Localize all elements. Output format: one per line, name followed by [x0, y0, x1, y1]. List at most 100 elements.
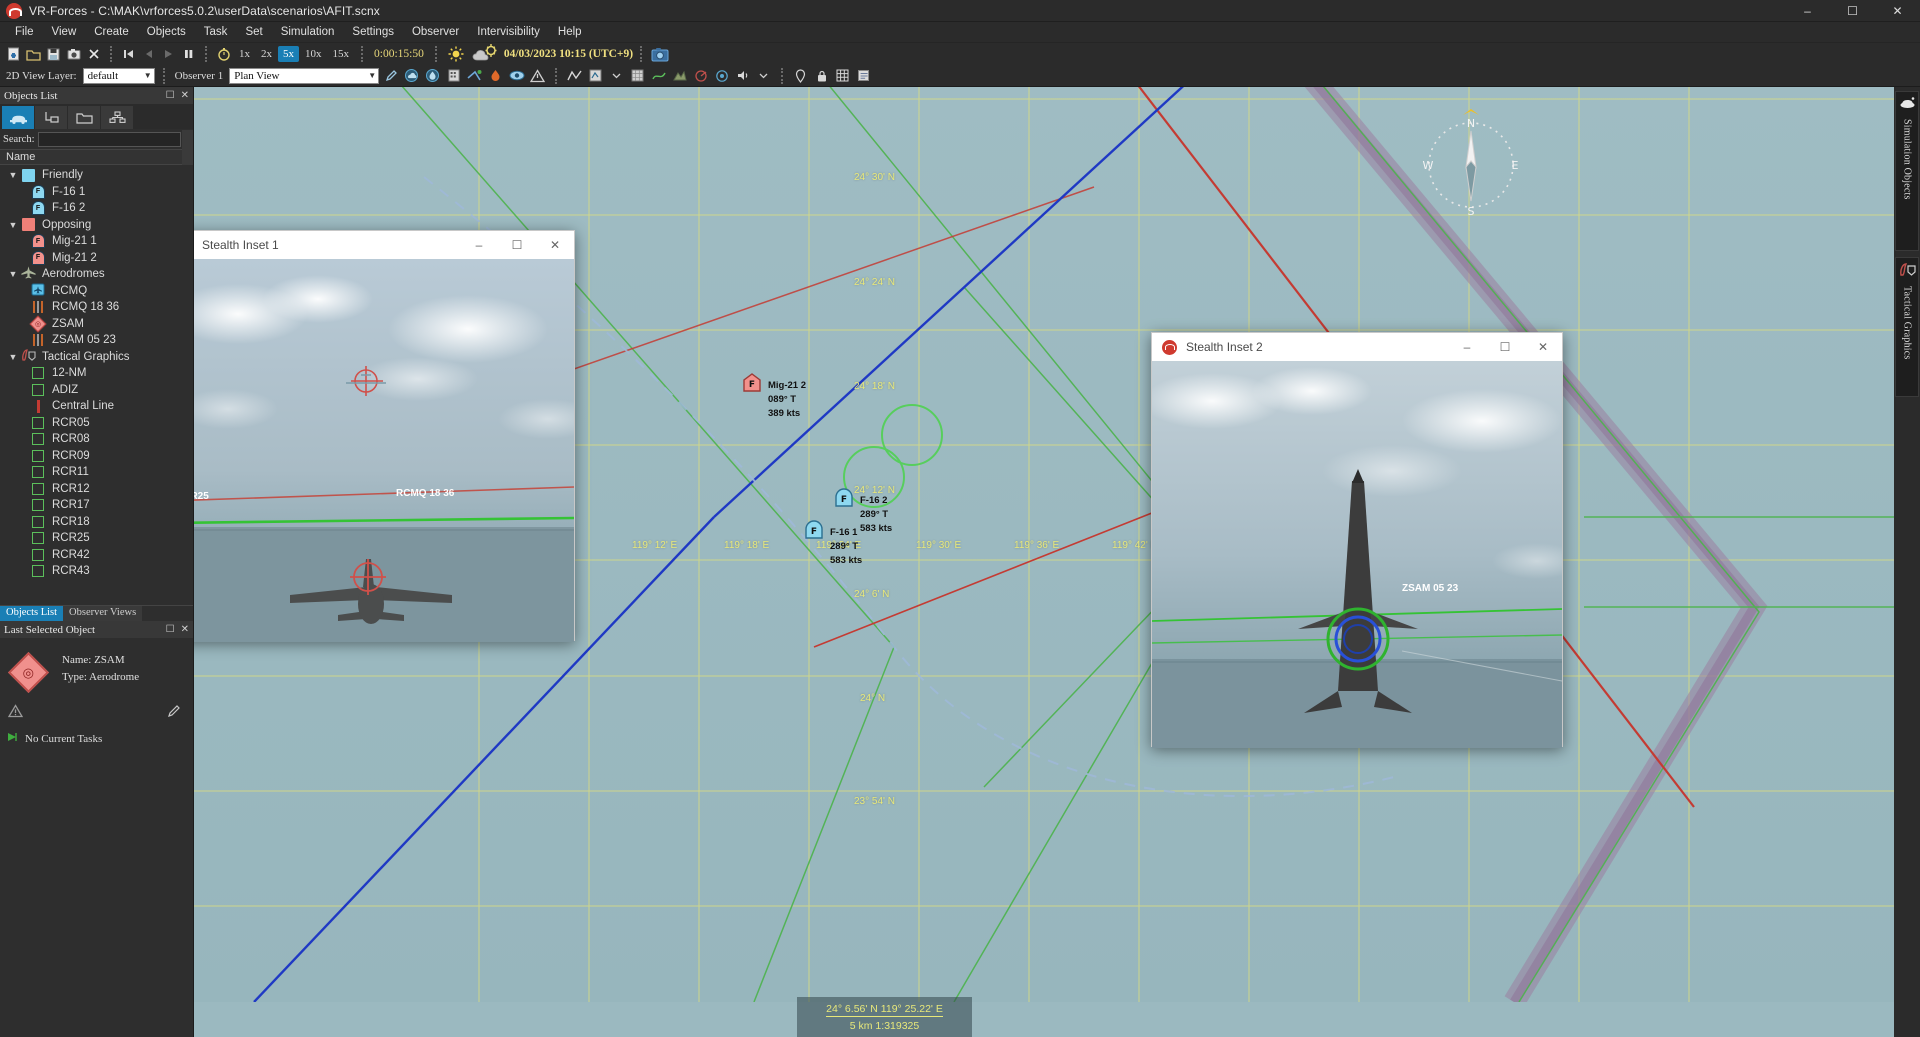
tree-item-12-nm[interactable]: 12-NM — [0, 365, 193, 382]
maximize-button[interactable]: ☐ — [1486, 333, 1524, 361]
stopwatch-icon[interactable] — [214, 45, 233, 64]
tree-item-rcr09[interactable]: RCR09 — [0, 448, 193, 465]
search-input[interactable] — [38, 132, 181, 147]
menu-help[interactable]: Help — [549, 23, 591, 41]
step-back-icon[interactable] — [139, 45, 158, 64]
hostile-air-track-symbol[interactable]: F — [742, 372, 764, 392]
tab-entity-link[interactable] — [35, 106, 67, 129]
menu-set[interactable]: Set — [236, 23, 271, 41]
menu-intervisibility[interactable]: Intervisibility — [468, 23, 549, 41]
tree-item-zsam[interactable]: ◎ZSAM — [0, 316, 193, 333]
stealth-inset-1-viewport[interactable]: RCR25 RCMQ 18 36 — [194, 259, 574, 642]
maximize-button[interactable]: ☐ — [498, 231, 536, 259]
dock-tab-observer-views[interactable]: Observer Views — [63, 606, 142, 621]
tree-item-rcr17[interactable]: RCR17 — [0, 497, 193, 514]
close-icon[interactable]: ✕ — [181, 90, 189, 101]
close-button[interactable]: ✕ — [536, 231, 574, 259]
range-ring-icon[interactable] — [712, 66, 731, 85]
sensor-icon[interactable] — [691, 66, 710, 85]
tree-item-rcmq-18-36[interactable]: RCMQ 18 36 — [0, 299, 193, 316]
warning-triangle-icon[interactable] — [528, 66, 547, 85]
float-icon[interactable]: ☐ — [166, 90, 175, 101]
tree-item-aerodromes[interactable]: ▼Aerodromes — [0, 266, 193, 283]
right-tab-tactical-graphics[interactable]: Tactical Graphics — [1895, 257, 1919, 397]
close-button[interactable]: ✕ — [1524, 333, 1562, 361]
menu-task[interactable]: Task — [195, 23, 237, 41]
humidity-icon[interactable] — [423, 66, 442, 85]
close-icon[interactable]: ✕ — [181, 624, 189, 635]
tree-item-rcr12[interactable]: RCR12 — [0, 481, 193, 498]
speed-15x[interactable]: 15x — [328, 46, 355, 62]
maximize-button[interactable]: ☐ — [1830, 0, 1875, 22]
partly-cloudy-icon[interactable] — [469, 45, 503, 64]
close-scenario-icon[interactable] — [84, 45, 103, 64]
route-icon[interactable] — [586, 66, 605, 85]
tree-scrollbar[interactable] — [182, 130, 193, 166]
visibility-icon[interactable] — [507, 66, 526, 85]
measure-icon[interactable] — [565, 66, 584, 85]
chevron-down-icon[interactable]: ▼ — [6, 220, 20, 230]
stealth-inset-1-titlebar[interactable]: Stealth Inset 1 – ☐ ✕ — [194, 231, 574, 259]
tab-vehicles[interactable] — [2, 106, 34, 129]
note-icon[interactable] — [854, 66, 873, 85]
pin-icon[interactable] — [791, 66, 810, 85]
tree-item-friendly[interactable]: ▼Friendly — [0, 167, 193, 184]
tree-item-rcr05[interactable]: RCR05 — [0, 415, 193, 432]
camera-icon[interactable] — [64, 45, 83, 64]
stealth-inset-2-window[interactable]: Stealth Inset 2 – ☐ ✕ — [1151, 332, 1563, 747]
menu-observer[interactable]: Observer — [403, 23, 468, 41]
tree-item-rcr18[interactable]: RCR18 — [0, 514, 193, 531]
observer-select[interactable]: Plan View ▼ — [229, 68, 379, 84]
lock-icon[interactable] — [812, 66, 831, 85]
tree-item-adiz[interactable]: ADIZ — [0, 382, 193, 399]
save-scenario-icon[interactable] — [44, 45, 63, 64]
tree-item-mig-21-1[interactable]: FMig-21 1 — [0, 233, 193, 250]
new-scenario-icon[interactable] — [4, 45, 23, 64]
stealth-inset-2-titlebar[interactable]: Stealth Inset 2 – ☐ ✕ — [1152, 333, 1562, 361]
minimize-button[interactable]: – — [1785, 0, 1830, 22]
play-icon[interactable] — [159, 45, 178, 64]
pencil-icon[interactable] — [167, 704, 193, 723]
tree-item-rcr43[interactable]: RCR43 — [0, 563, 193, 580]
tree-item-mig-21-2[interactable]: FMig-21 2 — [0, 250, 193, 267]
contour-icon[interactable] — [649, 66, 668, 85]
float-icon[interactable]: ☐ — [166, 624, 175, 635]
tree-item-f-16-2[interactable]: FF-16 2 — [0, 200, 193, 217]
friendly-air-track-symbol[interactable]: F — [804, 519, 826, 539]
menu-simulation[interactable]: Simulation — [272, 23, 344, 41]
terrain-icon[interactable] — [670, 66, 689, 85]
menu-settings[interactable]: Settings — [343, 23, 403, 41]
tree-item-rcr42[interactable]: RCR42 — [0, 547, 193, 564]
chevron-down-icon[interactable] — [754, 66, 773, 85]
rewind-icon[interactable] — [119, 45, 138, 64]
tree-item-central-line[interactable]: Central Line — [0, 398, 193, 415]
stealth-inset-2-viewport[interactable]: ZSAM 05 23 — [1152, 361, 1562, 748]
dock-tab-objects-list[interactable]: Objects List — [0, 606, 63, 621]
speed-2x[interactable]: 2x — [256, 46, 277, 62]
minimize-button[interactable]: – — [1448, 333, 1486, 361]
speed-5x[interactable]: 5x — [278, 46, 299, 62]
eyedropper-icon[interactable] — [381, 66, 400, 85]
tree-item-f-16-1[interactable]: FF-16 1 — [0, 184, 193, 201]
heatmap-icon[interactable] — [486, 66, 505, 85]
close-button[interactable]: ✕ — [1875, 0, 1920, 22]
friendly-air-track-symbol[interactable]: F — [834, 487, 856, 507]
menu-create[interactable]: Create — [85, 23, 138, 41]
screenshot-camera-icon[interactable] — [649, 45, 671, 64]
tree-item-tactical-graphics[interactable]: ▼Tactical Graphics — [0, 349, 193, 366]
grid-icon[interactable] — [833, 66, 852, 85]
cloud-icon[interactable] — [402, 66, 421, 85]
stealth-inset-1-window[interactable]: Stealth Inset 1 – ☐ ✕ — [194, 230, 575, 641]
menu-objects[interactable]: Objects — [138, 23, 195, 41]
tree-item-rcr11[interactable]: RCR11 — [0, 464, 193, 481]
layer-select[interactable]: default ▼ — [83, 68, 155, 84]
building-icon[interactable] — [444, 66, 463, 85]
speed-10x[interactable]: 10x — [300, 46, 327, 62]
tree-item-rcmq[interactable]: RCMQ — [0, 283, 193, 300]
tab-organization[interactable] — [101, 106, 133, 129]
minimize-button[interactable]: – — [460, 231, 498, 259]
wind-icon[interactable] — [465, 66, 484, 85]
speed-1x[interactable]: 1x — [234, 46, 255, 62]
speaker-icon[interactable] — [733, 66, 752, 85]
map-view[interactable]: 24° 30' N24° 24' N24° 18' N24° 12' N24° … — [194, 87, 1894, 1037]
